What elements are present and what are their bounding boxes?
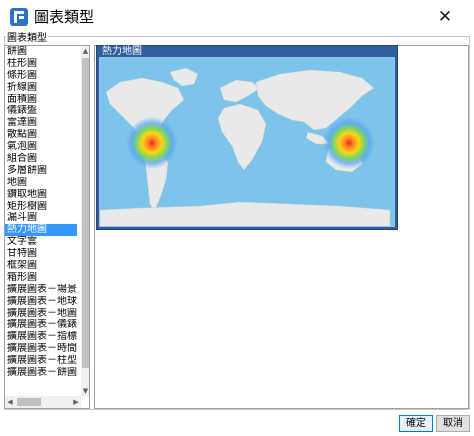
list-item[interactable]: 散點圖	[5, 129, 77, 141]
list-item[interactable]: 雷達圖	[5, 117, 77, 129]
list-item[interactable]: 擴展圖表－地球類	[5, 296, 77, 308]
scroll-right-icon[interactable]: ▶	[71, 396, 81, 408]
list-item[interactable]: 柱形圖	[5, 58, 77, 70]
list-item[interactable]: 擴展圖表－餅圖類	[5, 367, 77, 379]
list-item[interactable]: 文字雲	[5, 236, 77, 248]
list-item[interactable]: 地圖	[5, 177, 77, 189]
list-item[interactable]: 條形圖	[5, 70, 77, 82]
close-button[interactable]: ✕	[430, 4, 460, 30]
list-item-selected[interactable]: 熱力地圖	[5, 224, 77, 237]
list-item[interactable]: 面積圖	[5, 94, 77, 106]
list-item[interactable]: 漏斗圖	[5, 212, 77, 224]
scroll-down-icon[interactable]: ▼	[81, 386, 89, 396]
heat-point-americas	[126, 117, 178, 169]
list-item[interactable]: 多層餅圖	[5, 165, 77, 177]
list-item[interactable]: 框架圖	[5, 260, 77, 272]
world-map-preview	[99, 57, 395, 227]
list-item[interactable]: 矩形樹圖	[5, 201, 77, 213]
vertical-scrollbar[interactable]: ▲ ▼	[81, 46, 89, 396]
list-item[interactable]: 儀錶盤	[5, 105, 77, 117]
title-bar: 圖表類型 ✕	[0, 0, 474, 34]
horizontal-scrollbar[interactable]: ◀ ▶	[5, 396, 81, 408]
list-item[interactable]: 擴展圖表－指標卡	[5, 331, 77, 343]
vertical-scroll-thumb[interactable]	[82, 58, 89, 368]
list-item[interactable]: 擴展圖表－場景類	[5, 284, 77, 296]
list-item[interactable]: 組合圖	[5, 153, 77, 165]
scroll-up-icon[interactable]: ▲	[81, 46, 89, 56]
list-item[interactable]: 擴展圖表－柱型圖	[5, 355, 77, 367]
list-item[interactable]: 箱形圖	[5, 272, 77, 284]
list-item[interactable]: 氣泡圖	[5, 141, 77, 153]
chart-type-items: 餅圖 柱形圖 條形圖 折線圖 面積圖 儀錶盤 雷達圖 散點圖 氣泡圖 組合圖 多層餅圖 地圖 鑽取地圖矩…	[5, 46, 77, 379]
heat-point-asia	[323, 117, 375, 169]
horizontal-scroll-thumb[interactable]	[17, 398, 41, 406]
group-label: 圖表類型	[6, 33, 48, 44]
list-item[interactable]: 擴展圖表－時間類	[5, 343, 77, 355]
list-item[interactable]: 餅圖	[5, 46, 77, 58]
list-item[interactable]: 鑽取地圖	[5, 189, 77, 201]
list-item[interactable]: 擴展圖表－地圖類	[5, 308, 77, 320]
world-map-image	[100, 58, 394, 226]
chart-app-icon	[10, 8, 28, 26]
scroll-left-icon[interactable]: ◀	[5, 396, 15, 408]
ok-button[interactable]: 確定	[399, 415, 433, 432]
chart-type-list[interactable]: 餅圖 柱形圖 條形圖 折線圖 面積圖 儀錶盤 雷達圖 散點圖 氣泡圖 組合圖 多層餅圖 地圖 鑽取地圖矩…	[4, 45, 90, 409]
list-item[interactable]: 甘特圖	[5, 248, 77, 260]
list-item[interactable]: 擴展圖表－儀錶板	[5, 319, 77, 331]
cancel-button[interactable]: 取消	[436, 415, 470, 432]
list-item[interactable]: 折線圖	[5, 82, 77, 94]
window-title: 圖表類型	[34, 8, 95, 26]
